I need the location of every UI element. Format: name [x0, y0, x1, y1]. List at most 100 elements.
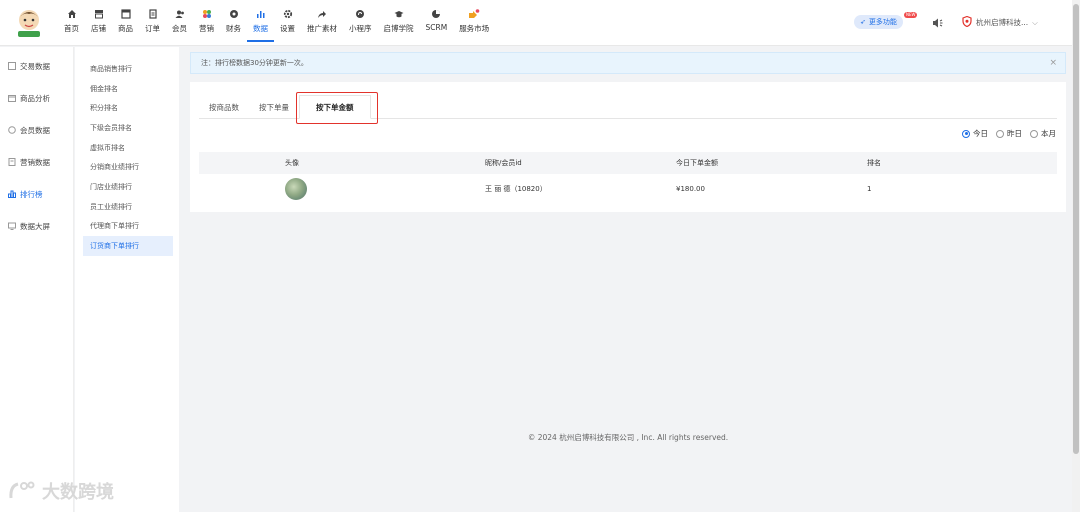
sidebar-item-member-data[interactable]: 会员数据: [0, 114, 73, 146]
sidebar-item-ranking[interactable]: 排行榜: [0, 178, 73, 210]
close-icon[interactable]: ×: [1049, 58, 1057, 68]
sub-item-points[interactable]: 积分排名: [75, 98, 173, 118]
radio-this-month[interactable]: 本月: [1030, 128, 1056, 139]
company-name: 杭州启博科技...: [976, 18, 1029, 27]
sidebar-item-marketing-data[interactable]: 营销数据: [0, 146, 73, 178]
rocket-icon: ➶: [860, 18, 866, 26]
table-row: 王 丽 德（10820） ¥180.00 1: [199, 174, 1057, 204]
sidebar-item-label: 商品分析: [20, 93, 50, 103]
scrollbar[interactable]: [1072, 0, 1080, 512]
sub-item-subordinate[interactable]: 下级会员排名: [75, 118, 173, 138]
member-data-icon: [8, 126, 16, 134]
chevron-down-icon: ⌵: [1032, 17, 1038, 27]
avatar-cell: [199, 178, 485, 200]
nav-item-promotion[interactable]: 推广素材: [301, 6, 343, 42]
column-header-avatar: 头像: [285, 159, 299, 167]
sidebar-item-label: 营销数据: [20, 157, 50, 167]
nav-label: 商品: [118, 24, 133, 33]
sub-item-distributor[interactable]: 分销商业绩排行: [75, 157, 173, 177]
nav-label: 设置: [280, 24, 295, 33]
sidebar-item-label: 数据大屏: [20, 221, 50, 231]
rank-cell: 1: [867, 185, 872, 193]
main-nav: 首页 店铺 商品 订单 会员 营销 财务 数据 设置 推广素材 小程序 启博学院…: [58, 6, 495, 42]
nav-item-marketing[interactable]: 营销: [193, 6, 220, 42]
order-icon: [147, 8, 159, 20]
nav-label: 订单: [145, 24, 160, 33]
column-header-amount: 今日下单金额: [676, 159, 718, 167]
nav-item-member[interactable]: 会员: [166, 6, 193, 42]
radio-dot: [996, 129, 1004, 138]
watermark-logo-icon: [8, 480, 38, 502]
nav-item-goods[interactable]: 商品: [112, 6, 139, 42]
nav-label: 启博学院: [383, 24, 414, 33]
sidebar-item-label: 交易数据: [20, 61, 50, 71]
sidebar-item-data-screen[interactable]: 数据大屏: [0, 210, 73, 242]
nav-item-data[interactable]: 数据: [247, 6, 274, 42]
share-icon: [316, 8, 328, 20]
radio-today[interactable]: 今日: [962, 128, 988, 139]
miniprogram-icon: [354, 8, 366, 20]
nav-item-academy[interactable]: 启博学院: [378, 6, 420, 42]
store-icon: [93, 8, 105, 20]
nav-label: 小程序: [349, 24, 372, 33]
sub-item-agent-orders[interactable]: 代理商下单排行: [75, 217, 173, 237]
sub-item-purchaser-orders[interactable]: 订货商下单排行: [83, 236, 173, 256]
sub-sidebar: 商品销售排行 佣金排名 积分排名 下级会员排名 虚拟币排名 分销商业绩排行 门店…: [75, 47, 179, 512]
nav-item-service-market[interactable]: 服务市场: [453, 6, 495, 42]
nav-item-miniprogram[interactable]: 小程序: [343, 6, 378, 42]
sub-item-store-performance[interactable]: 门店业绩排行: [75, 177, 173, 197]
speaker-icon[interactable]: [932, 17, 944, 29]
nav-label: 服务市场: [459, 24, 490, 33]
column-header-nickname: 昵称/会员id: [485, 159, 522, 167]
screen-icon: [8, 222, 16, 230]
date-range-radios: 今日 昨日 本月: [962, 128, 1056, 139]
amount-cell: ¥180.00: [676, 185, 705, 193]
scrm-icon: [430, 8, 442, 20]
nav-item-settings[interactable]: 设置: [274, 6, 301, 42]
nav-item-home[interactable]: 首页: [58, 6, 85, 42]
nav-label: 推广素材: [307, 24, 337, 33]
nav-item-order[interactable]: 订单: [139, 6, 166, 42]
nav-label: SCRM: [425, 23, 448, 32]
marketing-data-icon: [8, 158, 16, 166]
nav-item-store[interactable]: 店铺: [85, 6, 112, 42]
brand-logo[interactable]: [14, 6, 44, 38]
sub-item-commission[interactable]: 佣金排名: [75, 79, 173, 99]
more-functions-label: 更多功能: [868, 18, 897, 26]
avatar: [285, 178, 307, 200]
scrollbar-thumb[interactable]: [1073, 4, 1079, 454]
radio-label: 本月: [1041, 129, 1056, 138]
sidebar-item-trade[interactable]: 交易数据: [0, 50, 73, 82]
nav-label: 会员: [172, 24, 187, 33]
ranking-icon: [8, 190, 16, 198]
nav-label: 店铺: [91, 24, 106, 33]
radio-label: 昨日: [1007, 129, 1022, 138]
sub-item-virtual-coin[interactable]: 虚拟币排名: [75, 138, 173, 158]
sub-item-staff-performance[interactable]: 员工业绩排行: [75, 197, 173, 217]
tab-by-goods-count[interactable]: 按商品数: [199, 95, 249, 119]
nav-item-scrm[interactable]: SCRM: [420, 6, 454, 42]
notice-text: 注：排行榜数据30分钟更新一次。: [201, 59, 308, 67]
nickname-cell: 王 丽 德（10820）: [485, 185, 547, 193]
notice-bar: 注：排行榜数据30分钟更新一次。 ×: [190, 52, 1066, 74]
radio-yesterday[interactable]: 昨日: [996, 128, 1022, 139]
nav-label: 首页: [64, 24, 79, 33]
service-market-icon: [468, 8, 480, 20]
radio-label: 今日: [973, 129, 988, 138]
data-chart-icon: [255, 8, 267, 20]
goods-analysis-icon: [8, 94, 16, 102]
sidebar-item-label: 排行榜: [20, 189, 43, 199]
nav-label: 数据: [253, 24, 268, 33]
sidebar-item-goods-analysis[interactable]: 商品分析: [0, 82, 73, 114]
nav-item-finance[interactable]: 财务: [220, 6, 247, 42]
more-functions-button[interactable]: ➶ 更多功能: [854, 15, 903, 29]
member-icon: [174, 8, 186, 20]
company-switcher[interactable]: 杭州启博科技... ⌵: [962, 15, 1038, 29]
tab-by-order-count[interactable]: 按下单量: [249, 95, 299, 119]
sidebar-item-label: 会员数据: [20, 125, 50, 135]
radio-dot: [962, 129, 970, 138]
marketing-icon: [201, 8, 213, 20]
column-header-rank: 排名: [867, 159, 881, 167]
sub-item-goods-sales[interactable]: 商品销售排行: [75, 59, 173, 79]
ranking-card: 按商品数 按下单量 按下单金额 今日 昨日 本月 头像 昵称/会员id 今日下单…: [190, 82, 1066, 212]
